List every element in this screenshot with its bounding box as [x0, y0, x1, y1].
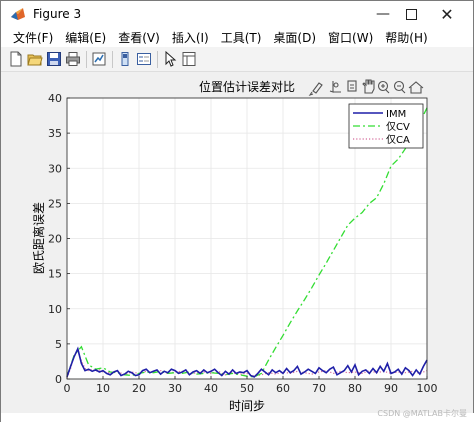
zoom-in-icon[interactable] — [377, 80, 390, 94]
x-tick-label: 20 — [132, 382, 146, 395]
chart: 0 10 20 30 40 50 60 70 80 90 100 0 5 10 15 20 25 30 35 40 位… — [31, 79, 438, 413]
legend: IMM仅CV仅CA — [348, 103, 424, 149]
x-tick-label: 40 — [204, 382, 218, 395]
x-tick-label: 30 — [168, 382, 182, 395]
x-tick-label: 100 — [417, 382, 438, 395]
export-icon[interactable] — [347, 80, 357, 92]
legend-label: IMM — [386, 109, 406, 120]
y-tick-label: 25 — [48, 197, 62, 210]
chart-title: 位置估计误差对比 — [199, 79, 295, 94]
home-icon[interactable] — [408, 81, 424, 94]
legend-label: 仅CA — [386, 134, 410, 146]
y-tick-label: 20 — [48, 233, 62, 246]
y-tick-label: 10 — [48, 303, 62, 316]
y-tick-label: 0 — [55, 373, 62, 386]
watermark: CSDN @MATLAB卡尔曼 — [377, 409, 467, 418]
axes-toolbar — [308, 79, 424, 97]
y-tick-label: 30 — [48, 162, 62, 175]
brush-icon[interactable] — [308, 82, 323, 97]
x-tick-label: 0 — [64, 382, 71, 395]
figure-window: Figure 3 — ✕ 文件(F) 编辑(E) 查看(V) 插入(I) 工具(… — [0, 0, 474, 423]
zoom-out-icon[interactable] — [393, 80, 406, 94]
legend-label: 仅CV — [386, 121, 410, 133]
x-axis-label: 时间步 — [229, 399, 265, 413]
pan-icon[interactable] — [362, 79, 375, 94]
y-tick-label: 35 — [48, 127, 62, 140]
y-axis-label: 欧氏距离误差 — [31, 202, 46, 274]
datatip-icon[interactable] — [329, 81, 341, 93]
y-tick-label: 15 — [48, 268, 62, 281]
x-tick-label: 60 — [276, 382, 290, 395]
x-tick-label: 10 — [96, 382, 110, 395]
y-tick-label: 5 — [55, 338, 62, 351]
y-tick-label: 40 — [48, 92, 62, 105]
x-tick-label: 70 — [312, 382, 326, 395]
x-tick-label: 80 — [348, 382, 362, 395]
x-tick-label: 90 — [384, 382, 398, 395]
x-tick-label: 50 — [240, 382, 254, 395]
